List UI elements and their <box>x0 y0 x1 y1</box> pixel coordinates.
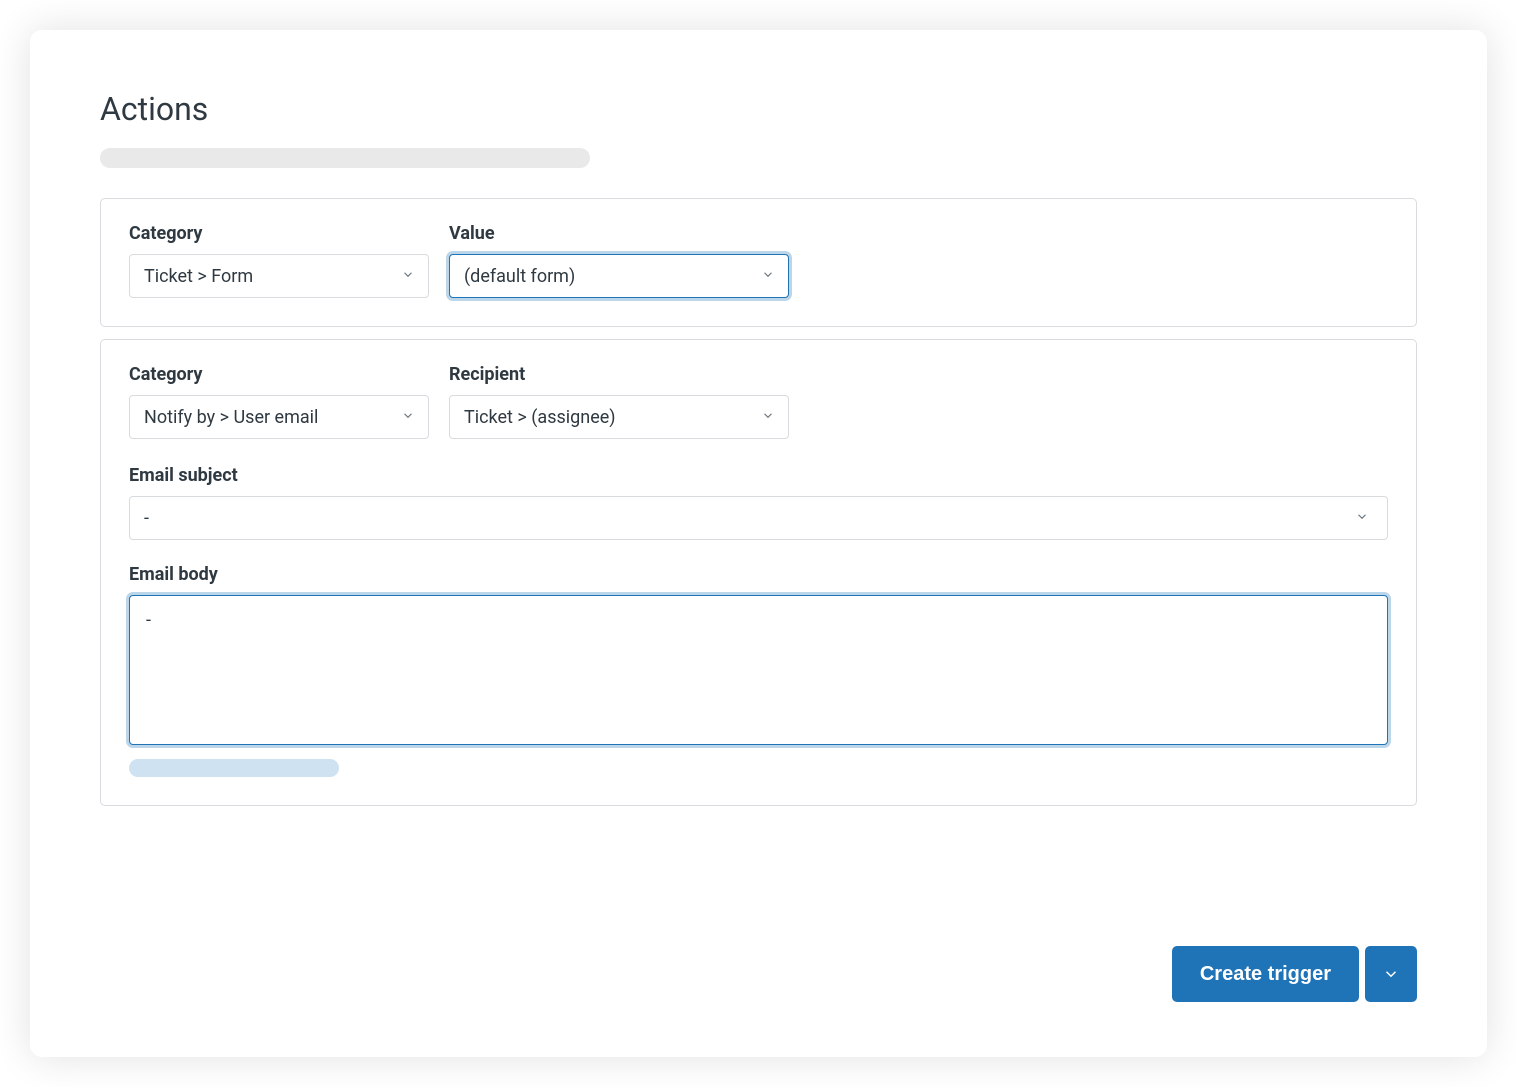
category-select-notify-user-email[interactable]: Notify by > User email <box>129 395 429 439</box>
section-title: Actions <box>100 90 1417 128</box>
category-label: Category <box>129 364 429 385</box>
email-subject-label: Email subject <box>129 465 1388 486</box>
action-card-2: Category Notify by > User email Recipien… <box>100 339 1417 806</box>
category-select-value: Notify by > User email <box>144 407 318 428</box>
category-select-ticket-form[interactable]: Ticket > Form <box>129 254 429 298</box>
value-select-default-form[interactable]: (default form) <box>449 254 789 298</box>
email-subject-select[interactable]: - <box>129 496 1388 540</box>
category-select-value: Ticket > Form <box>144 266 253 287</box>
category-label: Category <box>129 223 429 244</box>
email-subject-value: - <box>144 508 149 529</box>
value-select-value: (default form) <box>464 266 575 287</box>
email-body-label: Email body <box>129 564 1388 585</box>
actions-panel: Actions Category Ticket > Form Value <box>30 30 1487 1057</box>
value-label: Value <box>449 223 789 244</box>
recipient-select-value: Ticket > (assignee) <box>464 407 616 428</box>
recipient-select-assignee[interactable]: Ticket > (assignee) <box>449 395 789 439</box>
description-placeholder <box>100 148 590 168</box>
footer-actions: Create trigger <box>1172 946 1417 1002</box>
action-card-1: Category Ticket > Form Value (default fo… <box>100 198 1417 327</box>
chevron-down-icon <box>1382 965 1400 983</box>
recipient-label: Recipient <box>449 364 789 385</box>
create-trigger-dropdown-button[interactable] <box>1365 946 1417 1002</box>
chevron-down-icon <box>1355 508 1369 529</box>
helper-placeholder <box>129 759 339 777</box>
create-trigger-button[interactable]: Create trigger <box>1172 946 1359 1002</box>
email-body-textarea[interactable] <box>129 595 1388 745</box>
